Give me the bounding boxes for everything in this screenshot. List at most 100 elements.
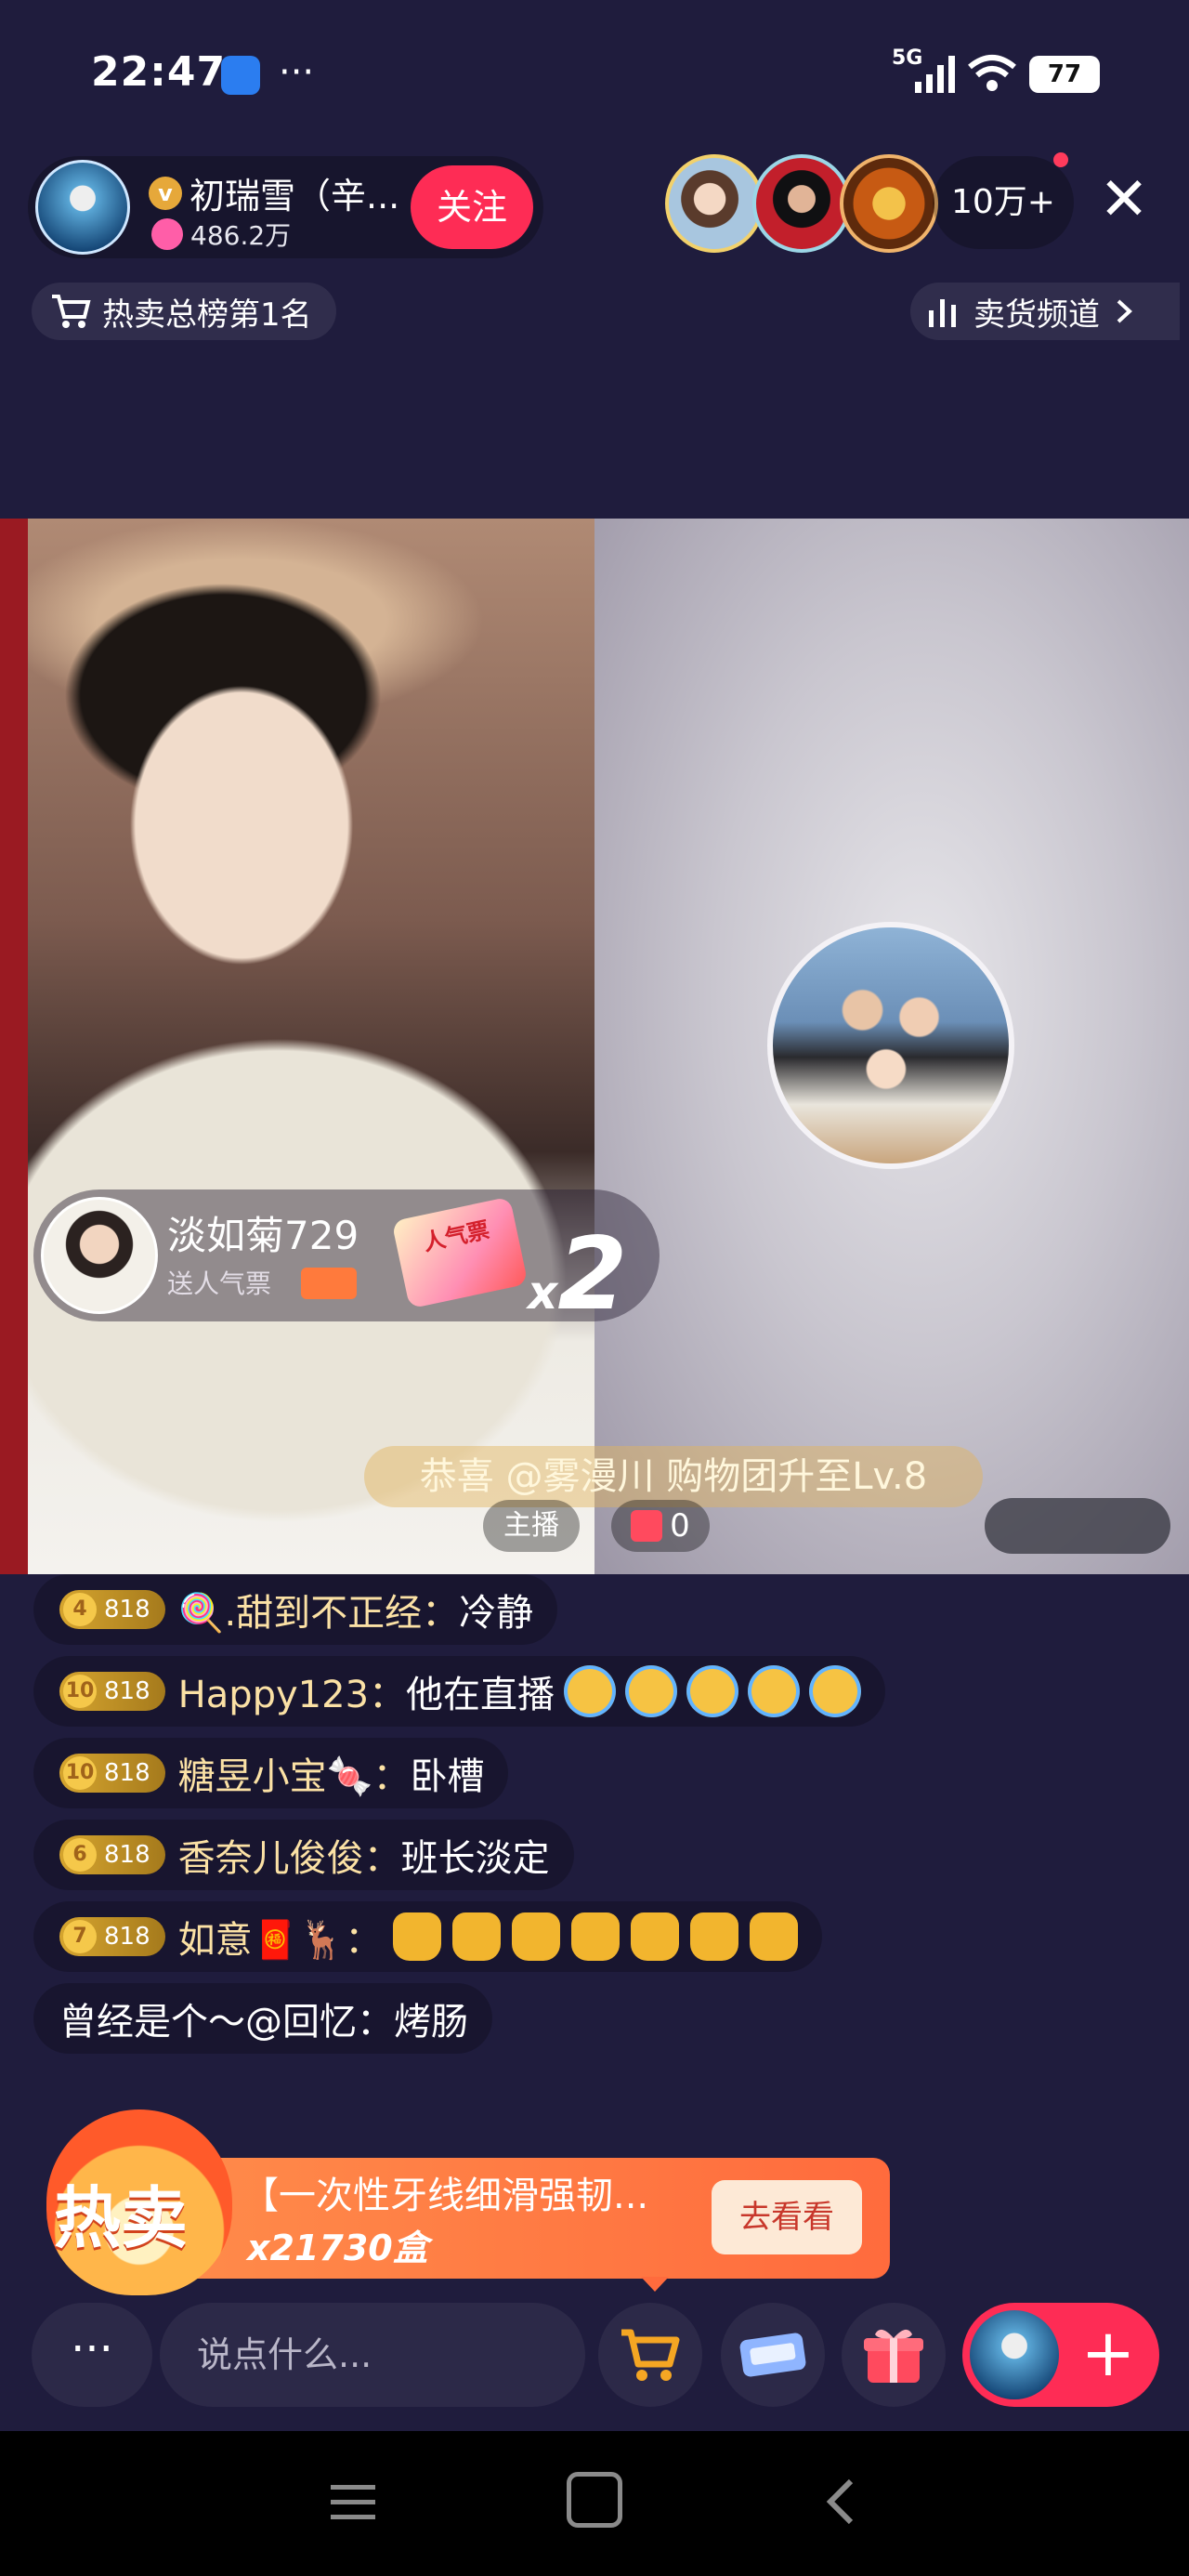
fan-level-badge: 10 818: [59, 1672, 165, 1711]
fan-level-number: 10: [63, 1675, 97, 1708]
chat-message[interactable]: 6 818 香奈儿俊俊： 班长淡定: [33, 1820, 574, 1890]
viewer-avatar[interactable]: [752, 154, 851, 253]
chat-username[interactable]: 香奈儿俊俊：: [178, 1828, 401, 1882]
crying-emoji-icon: [748, 1665, 801, 1717]
recent-apps-icon[interactable]: [323, 2472, 383, 2531]
wifi-icon: [968, 55, 1016, 91]
thumbs-up-icon: [571, 1912, 621, 1961]
blurred-badge: [985, 1498, 1170, 1554]
host-name[interactable]: 初瑞雪（辛...: [189, 167, 399, 218]
view-product-button[interactable]: 去看看: [712, 2180, 862, 2254]
shopping-cart-icon: [621, 2329, 680, 2381]
fan-level-badge: 4 818: [59, 1590, 165, 1629]
thumbs-up-icon: [393, 1912, 442, 1961]
fan-club-badge: 818: [104, 1841, 150, 1869]
bar-chart-icon: [929, 299, 956, 327]
fan-level-badge: 7 818: [59, 1917, 165, 1956]
crying-emoji-icon: [564, 1665, 617, 1717]
fan-club-badge: 818: [104, 1596, 150, 1623]
gift-count-badge[interactable]: 0: [611, 1500, 710, 1552]
gift-sender-name: 淡如菊729: [167, 1213, 359, 1258]
fan-level-badge: 6 818: [59, 1835, 165, 1874]
crying-emoji-icon: [625, 1665, 678, 1717]
battery-indicator: 77: [1029, 56, 1100, 93]
thumbs-up-icon: [750, 1912, 799, 1961]
gift-multiplier-count: 2: [557, 1216, 628, 1333]
sales-channel-button[interactable]: 卖货频道: [910, 283, 1180, 340]
fan-club-badge: 818: [104, 1677, 150, 1705]
gift-multiplier: x2: [528, 1225, 627, 1339]
chevron-right-icon: [1117, 299, 1132, 323]
chat-username[interactable]: Happy123：: [178, 1664, 406, 1718]
chat-message[interactable]: 7 818 如意🧧🦌：: [33, 1901, 823, 1972]
chat-message[interactable]: 10 818 糖昱小宝🍬： 卧槽: [33, 1738, 509, 1808]
product-sold-quantity: x21730盒: [247, 2228, 428, 2268]
fan-level-number: 4: [63, 1593, 97, 1626]
ticket-icon: [739, 2333, 806, 2377]
chat-text: 卧槽: [410, 1755, 485, 1798]
shopping-cart-button[interactable]: [598, 2303, 702, 2407]
signal-icon: [915, 56, 955, 93]
chat-text: 冷静: [459, 1592, 534, 1635]
crying-emoji-icon: [686, 1665, 739, 1717]
host-likes-count: 486.2万: [190, 220, 292, 251]
plus-icon[interactable]: +: [1066, 2303, 1150, 2407]
thumbs-up-icon: [631, 1912, 680, 1961]
fan-club-badge: 818: [104, 1923, 150, 1951]
channel-label: 卖货频道: [973, 296, 1100, 334]
gift-count: 0: [670, 1507, 690, 1544]
fan-level-number: 7: [63, 1920, 97, 1953]
chat-text: 烤肠: [394, 2001, 468, 2044]
home-icon[interactable]: [567, 2472, 622, 2528]
thumbs-up-icon: [690, 1912, 739, 1961]
viewer-count-button[interactable]: 10万+: [933, 156, 1074, 249]
gift-action-text: 送人气票: [167, 1268, 272, 1299]
chat-text: 班长淡定: [400, 1837, 550, 1880]
notification-dot: [1053, 152, 1068, 167]
product-title[interactable]: 【一次性牙线细滑强韧...: [242, 2165, 648, 2219]
level-up-banner: 恭喜 @雾漫川 购物团升至Lv.8: [364, 1446, 983, 1507]
fan-level-badge: 10 818: [59, 1754, 165, 1793]
rank-label: 热卖总榜第1名: [102, 296, 312, 334]
gift-box-icon: [864, 2329, 923, 2383]
host-likes-row: 486.2万: [151, 216, 291, 253]
close-button[interactable]: ✕: [1096, 167, 1152, 232]
gift-sender-avatar[interactable]: [41, 1197, 158, 1314]
popularity-ticket-button[interactable]: [721, 2303, 825, 2407]
banner-pointer: [641, 2277, 669, 2292]
chat-username[interactable]: 糖昱小宝🍬：: [178, 1746, 411, 1800]
chat-username[interactable]: 如意🧧🦌：: [178, 1910, 383, 1964]
guest-avatar[interactable]: [767, 922, 1014, 1169]
chat-username[interactable]: 🍭.甜到不正经：: [178, 1583, 460, 1636]
fan-club-badge: 818: [104, 1759, 150, 1787]
status-more-icon: ···: [279, 51, 315, 94]
host-tag: 主播: [483, 1500, 580, 1552]
more-options-button[interactable]: ···: [32, 2303, 152, 2407]
viewer-avatar[interactable]: [840, 154, 938, 253]
fan-level-number: 6: [63, 1838, 97, 1872]
heart-badge-icon: [301, 1268, 357, 1299]
gift-multiplier-x: x: [528, 1266, 558, 1320]
cart-icon: [52, 295, 91, 328]
host-video-stream[interactable]: [0, 519, 594, 1574]
chat-text: 他在直播: [406, 1674, 555, 1716]
thumbs-up-icon: [512, 1912, 561, 1961]
back-icon[interactable]: [814, 2472, 873, 2531]
follow-button[interactable]: 关注: [411, 165, 533, 249]
chat-username[interactable]: 曾经是个～@回忆：: [59, 1991, 394, 2045]
status-time: 22:47: [91, 48, 227, 96]
chat-message[interactable]: 曾经是个～@回忆： 烤肠: [33, 1983, 492, 2054]
heart-icon: [151, 218, 183, 250]
viewer-avatar[interactable]: [665, 154, 764, 253]
comment-input[interactable]: 说点什么...: [160, 2303, 585, 2407]
chat-message[interactable]: 4 818 🍭.甜到不正经： 冷静: [33, 1574, 558, 1645]
user-avatar[interactable]: [970, 2310, 1059, 2399]
app-notification-icon: [221, 56, 260, 95]
gift-button[interactable]: [842, 2303, 946, 2407]
host-name-row: v 初瑞雪（辛...: [149, 167, 399, 218]
chat-message[interactable]: 10 818 Happy123： 他在直播: [33, 1656, 886, 1727]
gift-icon: [631, 1510, 663, 1542]
host-avatar[interactable]: [35, 160, 130, 255]
rank-badge[interactable]: 热卖总榜第1名: [32, 283, 336, 340]
crying-emoji-icon: [809, 1665, 862, 1717]
